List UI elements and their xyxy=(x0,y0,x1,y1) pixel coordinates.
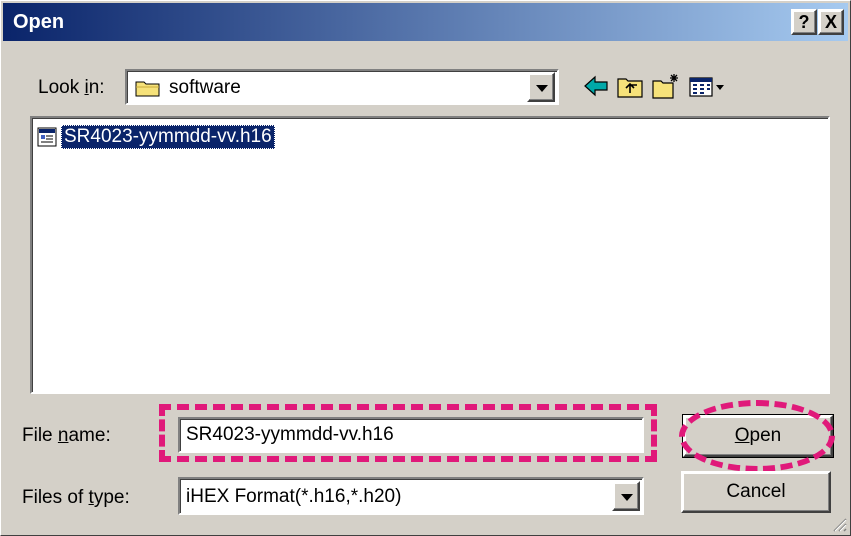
file-type-combobox[interactable]: iHEX Format(*.h16,*.h20) xyxy=(178,477,644,515)
new-folder-icon[interactable] xyxy=(651,71,681,101)
file-icon xyxy=(37,127,57,147)
open-dialog: Open ? X Look in: software SR4023-yymmdd… xyxy=(0,0,851,536)
list-item[interactable]: SR4023-yymmdd-vv.h16 xyxy=(36,124,275,150)
file-type-value: iHEX Format(*.h16,*.h20) xyxy=(186,486,402,507)
look-in-dropdown-button[interactable] xyxy=(527,72,555,102)
cancel-button[interactable]: Cancel xyxy=(681,471,831,513)
look-in-value: software xyxy=(169,77,241,98)
up-folder-icon[interactable] xyxy=(615,71,645,101)
look-in-label: Look in: xyxy=(38,77,105,98)
file-type-dropdown-button[interactable] xyxy=(612,481,640,511)
help-button[interactable]: ? xyxy=(791,9,817,35)
title-bar[interactable]: Open ? X xyxy=(3,3,848,41)
view-menu-icon[interactable] xyxy=(687,71,727,101)
folder-icon xyxy=(135,81,160,97)
file-name-label: File name: xyxy=(22,425,111,446)
file-list[interactable]: SR4023-yymmdd-vv.h16 xyxy=(30,116,830,394)
close-button[interactable]: X xyxy=(818,9,844,35)
resize-grip-icon[interactable] xyxy=(829,514,847,532)
window-title: Open xyxy=(13,11,65,33)
back-arrow-icon[interactable] xyxy=(581,71,611,101)
highlight-ellipse-open xyxy=(679,400,835,472)
file-name-text: SR4023-yymmdd-vv.h16 xyxy=(61,125,275,149)
chevron-down-icon xyxy=(621,494,633,501)
files-of-type-label: Files of type: xyxy=(22,487,130,508)
look-in-combobox[interactable]: software xyxy=(125,69,559,105)
highlight-box-file-name xyxy=(159,404,657,462)
chevron-down-icon xyxy=(536,85,548,92)
